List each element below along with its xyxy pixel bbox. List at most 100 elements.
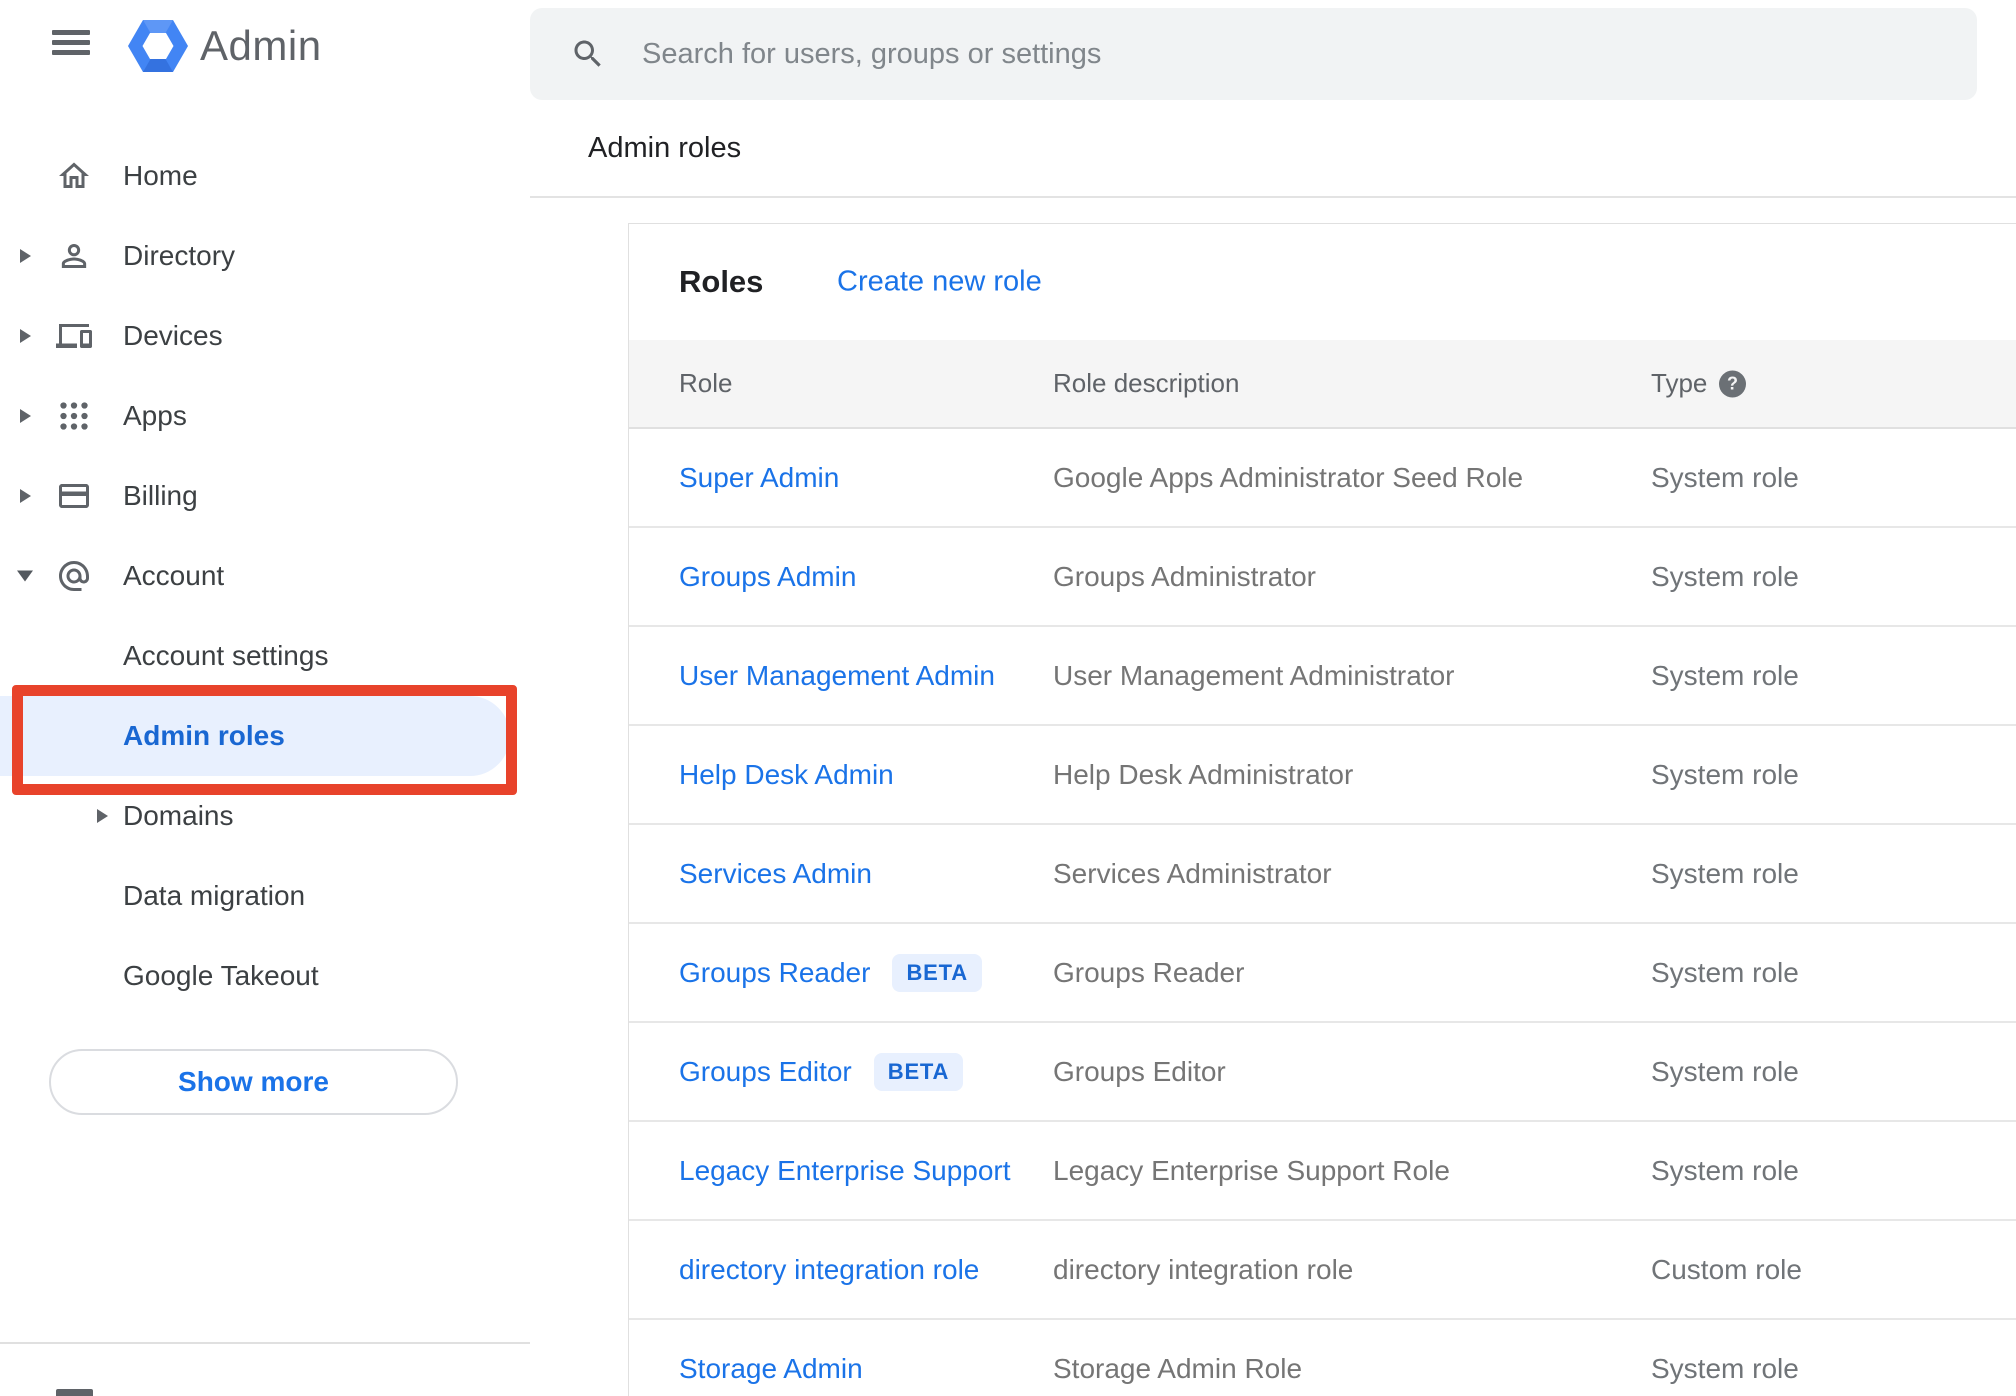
column-header-role-description: Role description bbox=[1053, 368, 1240, 398]
show-more-button[interactable]: Show more bbox=[49, 1049, 458, 1115]
search-bar[interactable] bbox=[530, 8, 1977, 100]
topbar-divider bbox=[530, 196, 2016, 198]
app-title: Admin bbox=[200, 22, 322, 69]
table-row: Groups Editor BETA Groups Editor System rol… bbox=[629, 1023, 2016, 1122]
role-description-cell: Groups Reader bbox=[1053, 956, 1245, 988]
show-more-label: Show more bbox=[178, 1066, 329, 1097]
help-icon[interactable]: ? bbox=[1719, 370, 1746, 397]
table-header: Role Role description Type ? bbox=[629, 340, 2016, 429]
role-description-cell: directory integration role bbox=[1053, 1253, 1354, 1285]
table-body: Super Admin Google Apps Administrator See… bbox=[629, 429, 2016, 1396]
sidebar: Admin Home Directory Devices Apps Billing Acc… bbox=[0, 0, 530, 1396]
sidebar-item-data-migration[interactable]: Data migration bbox=[0, 856, 530, 936]
role-link[interactable]: Groups Reader bbox=[679, 957, 870, 989]
sidebar-item-label: Google Takeout bbox=[123, 960, 319, 991]
sidebar-divider bbox=[0, 1342, 530, 1344]
sidebar-item-account[interactable]: Account bbox=[0, 536, 530, 616]
sidebar-item-label: Admin roles bbox=[123, 720, 285, 751]
menu-icon[interactable] bbox=[52, 30, 90, 56]
role-description-cell: Legacy Enterprise Support Role bbox=[1053, 1154, 1450, 1186]
sidebar-item-account-settings[interactable]: Account settings bbox=[0, 616, 530, 696]
beta-badge: BETA bbox=[892, 953, 982, 992]
home-icon bbox=[56, 158, 92, 194]
role-link[interactable]: Groups Editor bbox=[679, 1056, 852, 1088]
breadcrumb: Admin roles bbox=[588, 132, 742, 164]
role-description-cell: User Management Administrator bbox=[1053, 659, 1455, 691]
role-link[interactable]: User Management Admin bbox=[679, 660, 995, 692]
card-title-row: Roles Create new role bbox=[629, 224, 2016, 340]
beta-badge: BETA bbox=[873, 1052, 964, 1091]
sidebar-item-label: Devices bbox=[123, 320, 223, 351]
brand-row: Admin bbox=[0, 0, 530, 92]
clipped-bottom-icon bbox=[56, 1389, 93, 1396]
sidebar-item-devices[interactable]: Devices bbox=[0, 296, 530, 376]
table-row: Groups Admin Groups Administrator System r… bbox=[629, 528, 2016, 627]
devices-icon bbox=[56, 318, 92, 354]
role-cell: Groups Reader BETA bbox=[679, 924, 982, 1021]
panel-title: Roles bbox=[679, 264, 764, 299]
role-link[interactable]: Super Admin bbox=[679, 462, 839, 494]
billing-card-icon bbox=[56, 478, 92, 514]
sidebar-item-label: Account bbox=[123, 560, 225, 591]
role-type-cell: System role bbox=[1651, 461, 1799, 493]
expand-arrow-icon[interactable] bbox=[97, 809, 108, 823]
role-link[interactable]: Help Desk Admin bbox=[679, 759, 894, 791]
expand-arrow-icon[interactable] bbox=[20, 249, 31, 263]
column-header-type: Type bbox=[1651, 368, 1708, 398]
sidebar-item-domains[interactable]: Domains bbox=[0, 776, 530, 856]
role-cell: Groups Editor BETA bbox=[679, 1023, 964, 1120]
role-type-cell: System role bbox=[1651, 857, 1799, 889]
sidebar-nav: Home Directory Devices Apps Billing Account Ac… bbox=[0, 136, 530, 1016]
role-link[interactable]: Services Admin bbox=[679, 858, 872, 890]
role-description-cell: Google Apps Administrator Seed Role bbox=[1053, 461, 1524, 493]
sidebar-item-admin-roles[interactable]: Admin roles bbox=[0, 696, 530, 776]
create-new-role-link[interactable]: Create new role bbox=[837, 266, 1042, 299]
role-type-cell: System role bbox=[1651, 1352, 1799, 1384]
sidebar-item-home[interactable]: Home bbox=[0, 136, 530, 216]
role-cell: Help Desk Admin bbox=[679, 726, 894, 823]
column-header-role: Role bbox=[679, 368, 733, 398]
table-row: Storage Admin Storage Admin Role System ro… bbox=[629, 1320, 2016, 1396]
collapse-arrow-icon[interactable] bbox=[17, 570, 33, 582]
role-link[interactable]: Groups Admin bbox=[679, 561, 856, 593]
admin-logo-icon bbox=[128, 20, 188, 72]
role-cell: Groups Admin bbox=[679, 528, 856, 625]
table-row: Help Desk Admin Help Desk Administrator Sy… bbox=[629, 726, 2016, 825]
sidebar-item-apps[interactable]: Apps bbox=[0, 376, 530, 456]
role-description-cell: Help Desk Administrator bbox=[1053, 758, 1354, 790]
person-icon bbox=[56, 238, 92, 274]
role-link[interactable]: Legacy Enterprise Support bbox=[679, 1155, 1011, 1187]
sidebar-item-label: Apps bbox=[123, 400, 187, 431]
table-row: Groups Reader BETA Groups Reader System rol… bbox=[629, 924, 2016, 1023]
roles-card: Roles Create new role Role Role descript… bbox=[628, 223, 2016, 1396]
role-link[interactable]: directory integration role bbox=[679, 1254, 979, 1286]
role-type-cell: System role bbox=[1651, 758, 1799, 790]
search-icon bbox=[574, 40, 601, 67]
search-input[interactable] bbox=[642, 37, 1947, 71]
sidebar-item-label: Home bbox=[123, 160, 198, 191]
sidebar-item-billing[interactable]: Billing bbox=[0, 456, 530, 536]
sidebar-item-label: Data migration bbox=[123, 880, 306, 911]
role-type-cell: System role bbox=[1651, 560, 1799, 592]
role-description-cell: Groups Editor bbox=[1053, 1055, 1226, 1087]
sidebar-item-label: Account settings bbox=[123, 640, 329, 671]
expand-arrow-icon[interactable] bbox=[20, 409, 31, 423]
role-cell: Legacy Enterprise Support bbox=[679, 1122, 1011, 1219]
role-link[interactable]: Storage Admin bbox=[679, 1353, 863, 1385]
table-row: Legacy Enterprise Support Legacy Enterpri… bbox=[629, 1122, 2016, 1221]
sidebar-item-directory[interactable]: Directory bbox=[0, 216, 530, 296]
table-row: Super Admin Google Apps Administrator See… bbox=[629, 429, 2016, 528]
table-row: directory integration role directory inte… bbox=[629, 1221, 2016, 1320]
sidebar-item-google-takeout[interactable]: Google Takeout bbox=[0, 936, 530, 1016]
role-cell: Super Admin bbox=[679, 429, 839, 526]
role-description-cell: Groups Administrator bbox=[1053, 560, 1316, 592]
expand-arrow-icon[interactable] bbox=[20, 489, 31, 503]
role-type-cell: System role bbox=[1651, 956, 1799, 988]
expand-arrow-icon[interactable] bbox=[20, 329, 31, 343]
role-type-cell: System role bbox=[1651, 659, 1799, 691]
sidebar-item-label: Directory bbox=[123, 240, 236, 271]
role-cell: User Management Admin bbox=[679, 627, 995, 724]
role-cell: Storage Admin bbox=[679, 1320, 863, 1396]
role-type-cell: Custom role bbox=[1651, 1253, 1802, 1285]
role-cell: Services Admin bbox=[679, 825, 872, 922]
